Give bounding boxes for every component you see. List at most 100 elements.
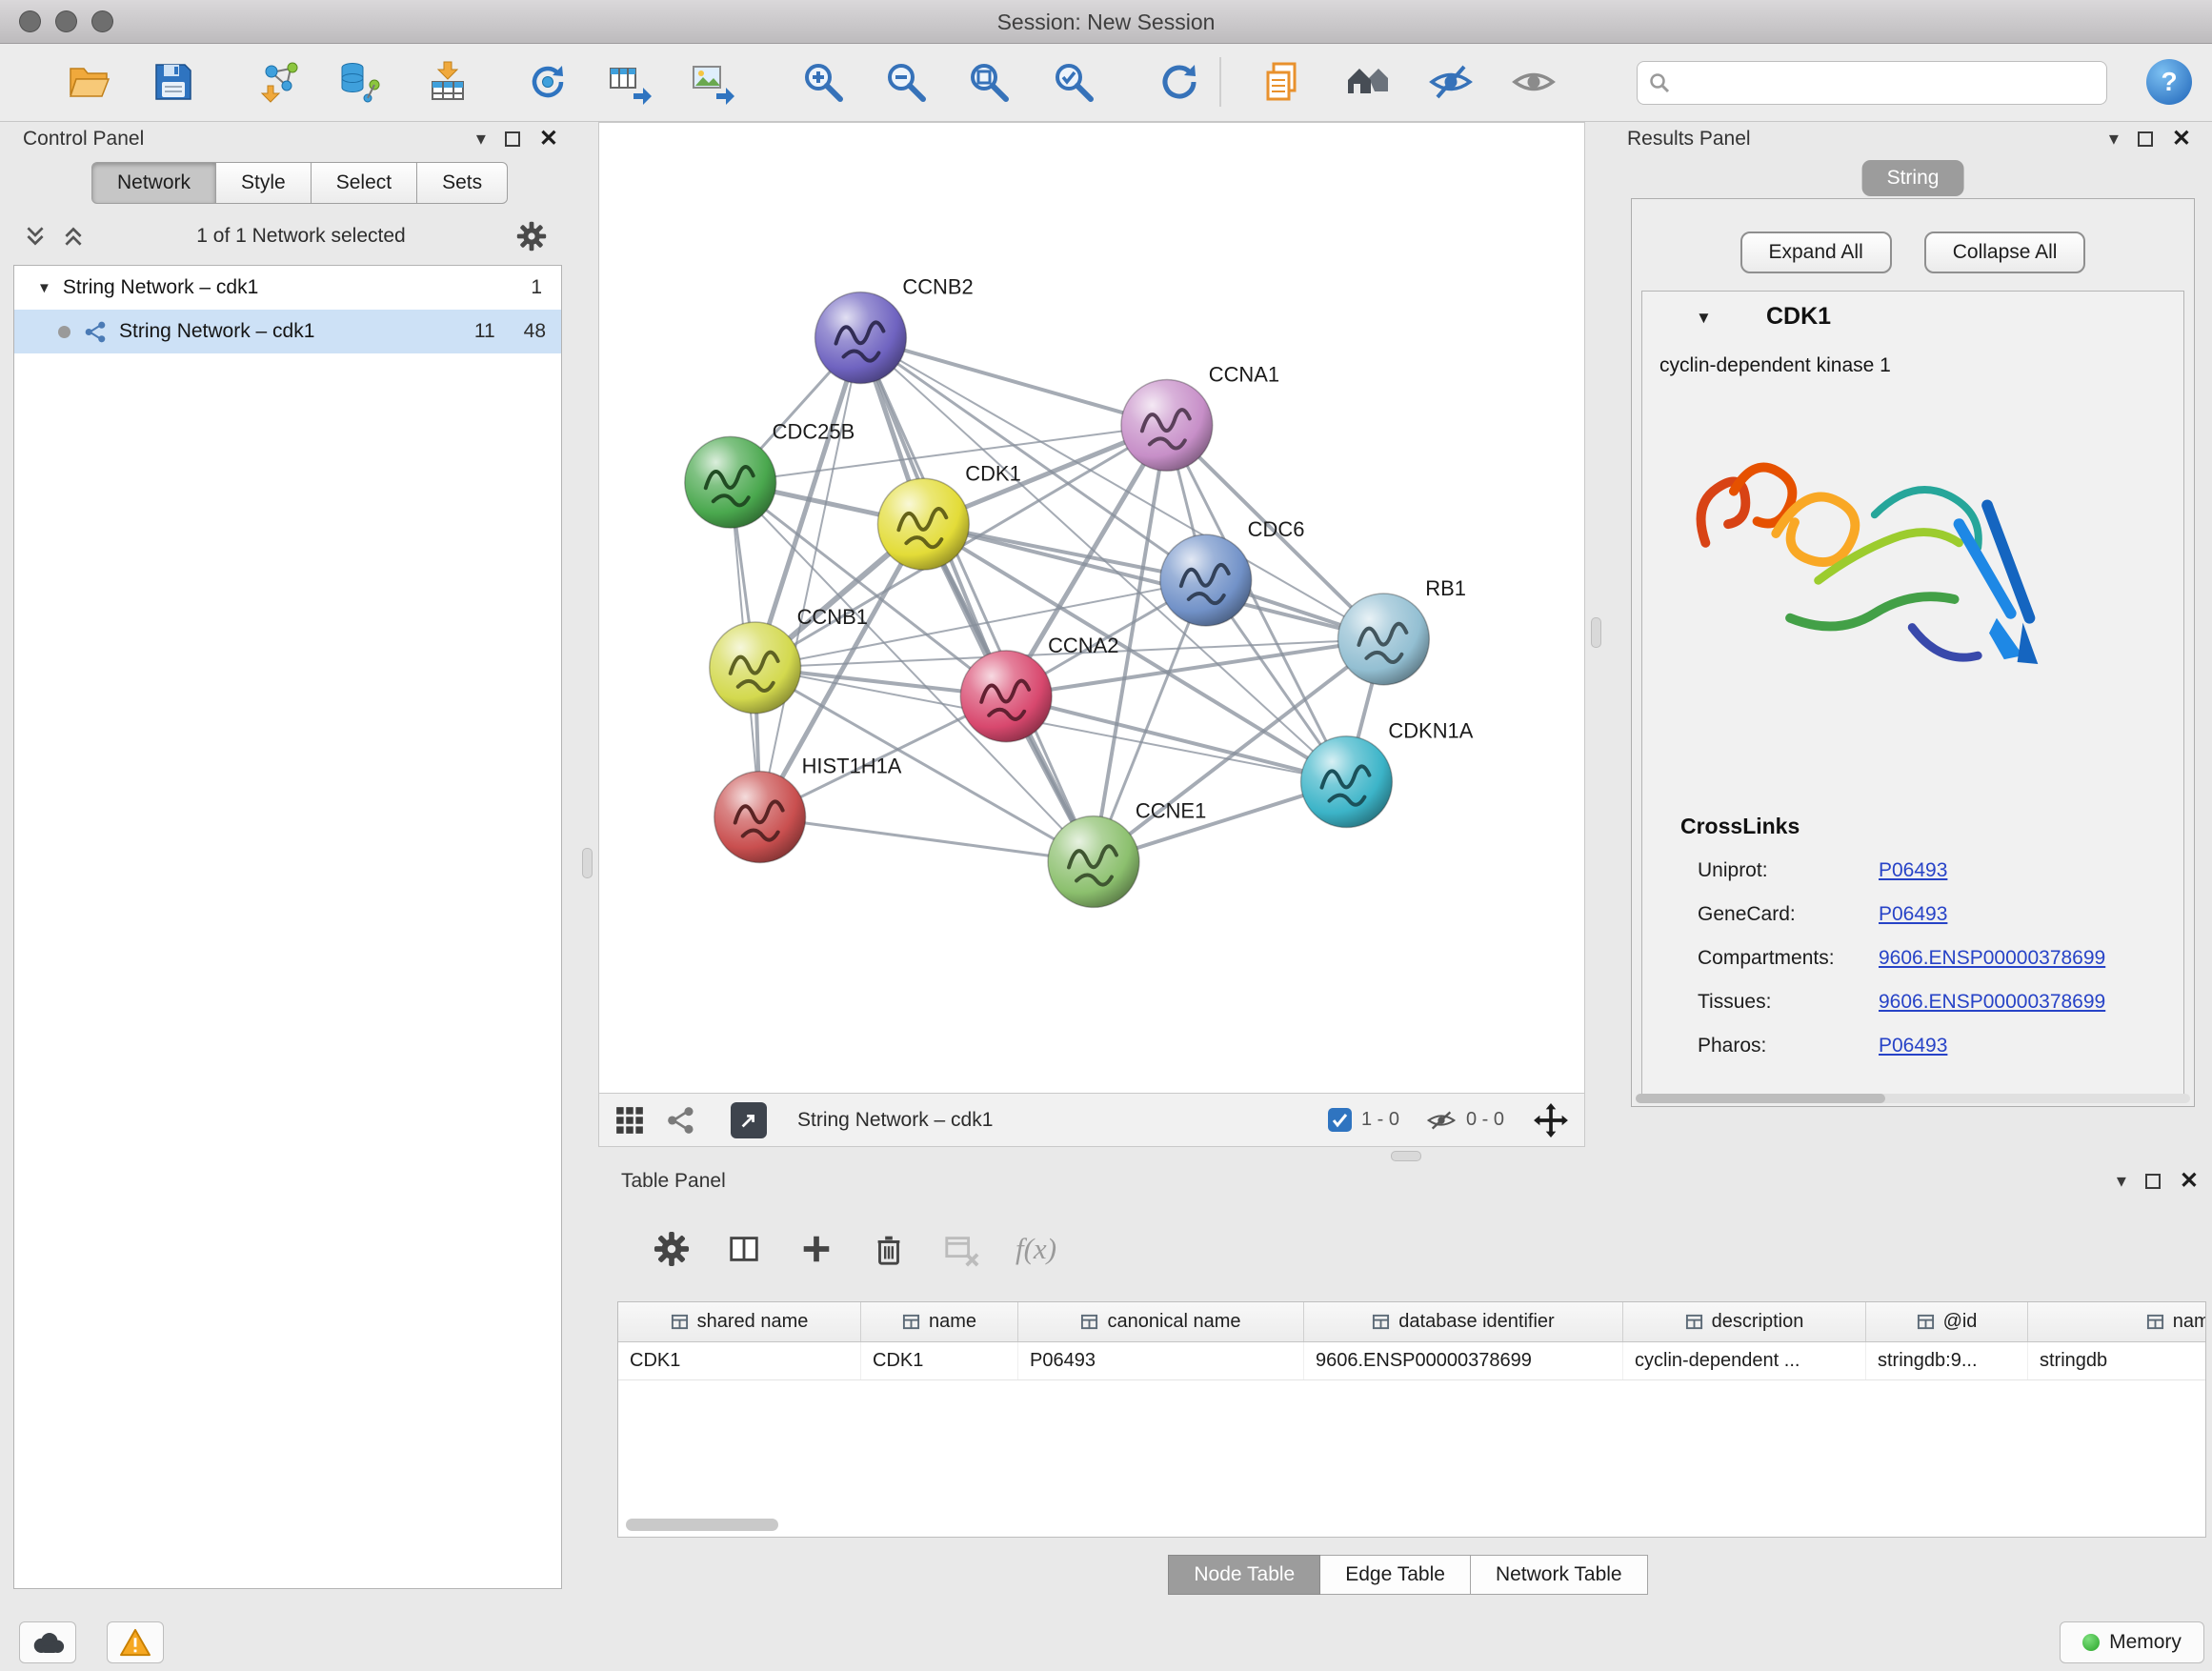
column-header[interactable]: shared name bbox=[618, 1302, 861, 1341]
network-edge[interactable] bbox=[860, 338, 1094, 862]
cell-database-identifier[interactable]: 9606.ENSP00000378699 bbox=[1304, 1342, 1623, 1379]
column-header[interactable]: @id bbox=[1866, 1302, 2028, 1341]
column-header[interactable]: namespace bbox=[2028, 1302, 2206, 1341]
save-session-icon[interactable] bbox=[151, 59, 196, 105]
show-columns-icon[interactable] bbox=[726, 1231, 762, 1267]
panel-menu-icon[interactable]: ▾ bbox=[2109, 130, 2119, 149]
hide-eye-slash-icon[interactable] bbox=[1428, 59, 1474, 105]
network-node-CCNA2[interactable] bbox=[960, 651, 1052, 742]
zoom-in-icon[interactable] bbox=[800, 59, 846, 105]
expand-all-icon[interactable] bbox=[61, 224, 86, 249]
hidden-elements-icon[interactable] bbox=[1426, 1109, 1457, 1132]
close-panel-icon[interactable]: ✕ bbox=[539, 128, 558, 151]
collapse-all-button[interactable]: Collapse All bbox=[1924, 232, 2086, 273]
warnings-button[interactable] bbox=[107, 1621, 164, 1663]
import-table-icon[interactable] bbox=[425, 59, 471, 105]
close-panel-icon[interactable]: ✕ bbox=[2180, 1170, 2199, 1193]
network-node-CCNA1[interactable] bbox=[1121, 379, 1213, 471]
cell-description[interactable]: cyclin-dependent ... bbox=[1623, 1342, 1866, 1379]
tab-select[interactable]: Select bbox=[312, 162, 417, 204]
tab-network-table[interactable]: Network Table bbox=[1471, 1555, 1648, 1595]
fit-content-crosshair-icon[interactable] bbox=[1533, 1102, 1569, 1138]
float-panel-icon[interactable] bbox=[2145, 1174, 2161, 1189]
memory-button[interactable]: Memory bbox=[2060, 1621, 2204, 1663]
gear-icon[interactable] bbox=[516, 221, 547, 252]
disclosure-triangle-icon[interactable]: ▼ bbox=[37, 280, 51, 296]
section-disclosure-icon[interactable]: ▼ bbox=[1696, 309, 1712, 328]
tab-network[interactable]: Network bbox=[91, 162, 216, 204]
tab-sets[interactable]: Sets bbox=[417, 162, 508, 204]
zoom-out-icon[interactable] bbox=[883, 59, 929, 105]
selected-nodes-icon[interactable] bbox=[1328, 1108, 1352, 1132]
panel-menu-icon[interactable]: ▾ bbox=[2117, 1172, 2126, 1191]
bottom-splitter-handle[interactable] bbox=[1391, 1151, 1421, 1161]
network-node-CDC25B[interactable] bbox=[685, 436, 776, 528]
column-header[interactable]: database identifier bbox=[1304, 1302, 1623, 1341]
expand-all-button[interactable]: Expand All bbox=[1740, 232, 1892, 273]
add-column-icon[interactable] bbox=[798, 1231, 835, 1267]
new-network-icon[interactable] bbox=[525, 59, 571, 105]
cell-id[interactable]: stringdb:9... bbox=[1866, 1342, 2028, 1379]
import-network-file-icon[interactable] bbox=[258, 59, 304, 105]
tab-string[interactable]: String bbox=[1862, 160, 1964, 196]
left-splitter-handle[interactable] bbox=[582, 848, 593, 878]
grid-view-icon[interactable] bbox=[614, 1105, 645, 1136]
cell-shared-name[interactable]: CDK1 bbox=[618, 1342, 861, 1379]
table-horizontal-scrollbar[interactable] bbox=[626, 1519, 778, 1531]
tissues-link[interactable]: 9606.ENSP00000378699 bbox=[1879, 991, 2105, 1014]
network-node-HIST1H1A[interactable] bbox=[714, 772, 806, 863]
copy-document-icon[interactable] bbox=[1259, 59, 1305, 105]
tab-style[interactable]: Style bbox=[216, 162, 312, 204]
network-node-CDKN1A[interactable] bbox=[1301, 736, 1393, 828]
refresh-icon[interactable] bbox=[1156, 59, 1202, 105]
network-collection-row[interactable]: ▼ String Network – cdk1 1 bbox=[14, 266, 561, 310]
delete-column-icon[interactable] bbox=[871, 1231, 907, 1267]
float-panel-icon[interactable] bbox=[2138, 131, 2153, 147]
column-header[interactable]: canonical name bbox=[1018, 1302, 1304, 1341]
cell-canonical-name[interactable]: P06493 bbox=[1018, 1342, 1304, 1379]
close-panel-icon[interactable]: ✕ bbox=[2172, 128, 2191, 151]
open-session-icon[interactable] bbox=[67, 59, 112, 105]
network-node-RB1[interactable] bbox=[1337, 594, 1429, 685]
collapse-all-icon[interactable] bbox=[23, 224, 48, 249]
network-node-CCNB2[interactable] bbox=[815, 292, 907, 384]
zoom-selected-icon[interactable] bbox=[1051, 59, 1096, 105]
pharos-link[interactable]: P06493 bbox=[1879, 1035, 1947, 1057]
network-graph[interactable]: CCNB2CCNA1CDC25BCDK1CDC6RB1CCNB1CCNA2CDK… bbox=[599, 123, 1584, 1093]
network-icon[interactable] bbox=[666, 1105, 696, 1136]
network-node-CCNB1[interactable] bbox=[710, 622, 801, 714]
network-edge[interactable] bbox=[760, 338, 861, 817]
network-node-CCNE1[interactable] bbox=[1048, 816, 1139, 908]
network-edge[interactable] bbox=[760, 817, 1094, 862]
help-icon[interactable]: ? bbox=[2146, 59, 2192, 105]
search-input[interactable] bbox=[1637, 61, 2107, 105]
network-view-canvas[interactable]: CCNB2CCNA1CDC25BCDK1CDC6RB1CCNB1CCNA2CDK… bbox=[598, 122, 1585, 1094]
network-edge[interactable] bbox=[860, 338, 1166, 426]
cell-namespace[interactable]: stringdb bbox=[2028, 1342, 2206, 1379]
table-row[interactable]: CDK1 CDK1 P06493 9606.ENSP00000378699 cy… bbox=[618, 1342, 2205, 1380]
show-eye-icon[interactable] bbox=[1511, 59, 1557, 105]
column-header[interactable]: description bbox=[1623, 1302, 1866, 1341]
column-header[interactable]: name bbox=[861, 1302, 1018, 1341]
tab-edge-table[interactable]: Edge Table bbox=[1320, 1555, 1471, 1595]
compartments-link[interactable]: 9606.ENSP00000378699 bbox=[1879, 947, 2105, 970]
zoom-fit-icon[interactable] bbox=[966, 59, 1012, 105]
panel-menu-icon[interactable]: ▾ bbox=[476, 130, 486, 149]
network-node-CDC6[interactable] bbox=[1160, 534, 1252, 626]
network-row-selected[interactable]: String Network – cdk1 11 48 bbox=[14, 310, 561, 353]
right-splitter-handle[interactable] bbox=[1591, 617, 1601, 648]
open-in-window-icon[interactable] bbox=[731, 1102, 767, 1138]
float-panel-icon[interactable] bbox=[505, 131, 520, 147]
tab-node-table[interactable]: Node Table bbox=[1168, 1555, 1320, 1595]
export-image-icon[interactable] bbox=[690, 59, 735, 105]
gear-icon[interactable] bbox=[654, 1231, 690, 1267]
birdseye-houses-icon[interactable] bbox=[1344, 59, 1390, 105]
network-node-CDK1[interactable] bbox=[877, 478, 969, 570]
uniprot-link[interactable]: P06493 bbox=[1879, 859, 1947, 882]
export-network-icon[interactable] bbox=[607, 59, 653, 105]
cloud-status-button[interactable] bbox=[19, 1621, 76, 1663]
genecard-link[interactable]: P06493 bbox=[1879, 903, 1947, 926]
import-network-database-icon[interactable] bbox=[337, 59, 383, 105]
results-scrollbar[interactable] bbox=[1636, 1094, 2190, 1103]
cell-name[interactable]: CDK1 bbox=[861, 1342, 1018, 1379]
